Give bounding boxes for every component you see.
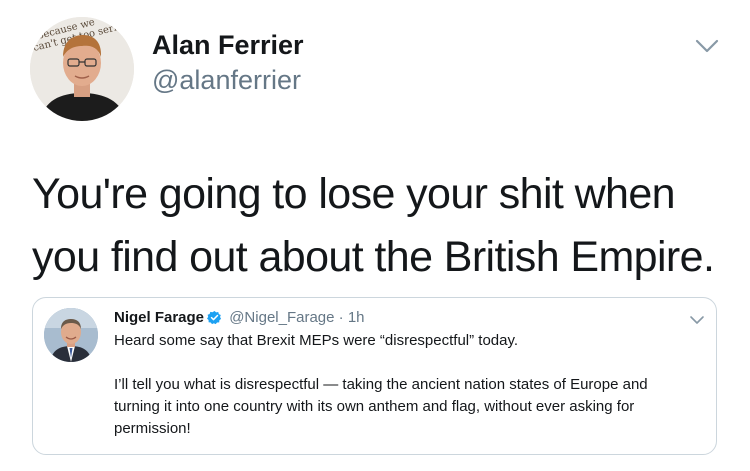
author-avatar[interactable]: because we can't get too serious	[30, 17, 134, 121]
quoted-tweet-header: Nigel Farage @Nigel_Farage · 1h	[114, 308, 365, 328]
quoted-tweet-card[interactable]: Nigel Farage @Nigel_Farage · 1h Heard so…	[32, 297, 717, 455]
verified-badge-icon	[207, 310, 222, 325]
quoted-author-handle[interactable]: @Nigel_Farage	[229, 309, 334, 326]
quoted-paragraph: I’ll tell you what is disrespectful — ta…	[114, 374, 714, 440]
quoted-line: turning it into one country with its own…	[114, 398, 635, 415]
quoted-paragraph: Heard some say that Brexit MEPs were “di…	[114, 332, 519, 349]
quoted-tweet-text: Heard some say that Brexit MEPs were “di…	[114, 330, 714, 440]
chevron-down-icon[interactable]	[689, 314, 705, 326]
tweet-line: you find out about the British Empire.	[32, 233, 715, 281]
quoted-tweet-time[interactable]: 1h	[348, 309, 365, 326]
chevron-down-icon[interactable]	[694, 36, 720, 56]
author-name[interactable]: Alan Ferrier	[152, 30, 304, 61]
tweet-line: You're going to lose your shit when	[32, 170, 676, 218]
quoted-line: I’ll tell you what is disrespectful — ta…	[114, 376, 648, 393]
quoted-line: permission!	[114, 420, 191, 437]
meta-separator: ·	[338, 309, 344, 326]
tweet-text: You're going to lose your shit when you …	[32, 163, 732, 289]
quoted-author-avatar[interactable]	[44, 308, 98, 362]
quoted-author-name[interactable]: Nigel Farage	[114, 309, 204, 326]
author-handle[interactable]: @alanferrier	[152, 65, 301, 96]
